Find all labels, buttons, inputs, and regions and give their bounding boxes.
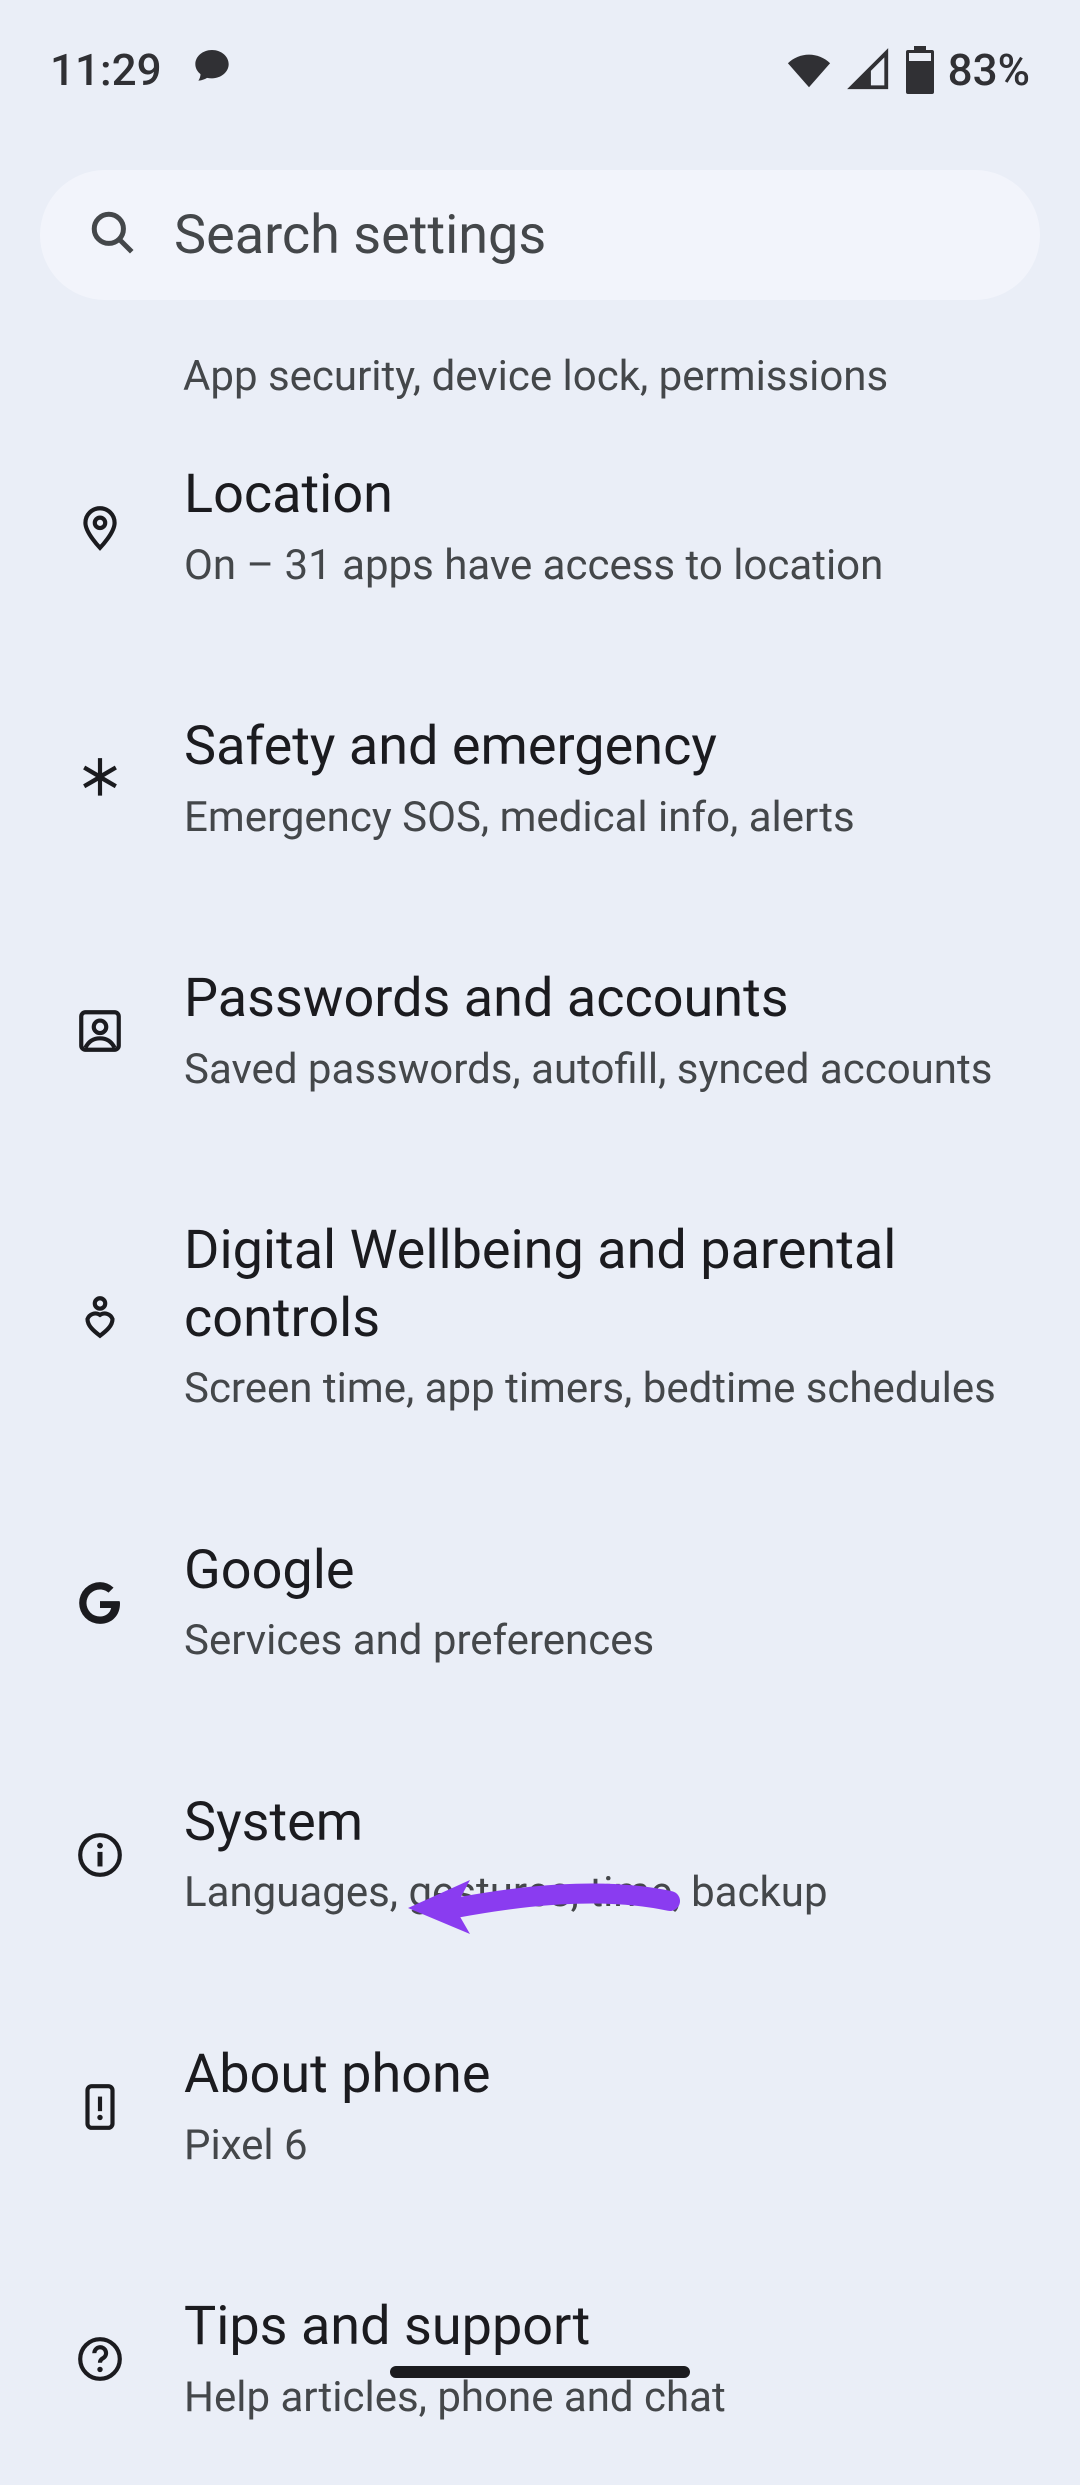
location-pin-icon xyxy=(70,497,130,557)
item-title: Tips and support xyxy=(184,2293,726,2361)
partial-item-subtitle: App security, device lock, permissions xyxy=(0,352,1080,401)
item-subtitle: Help articles, phone and chat xyxy=(184,2371,726,2426)
item-subtitle: Saved passwords, autofill, synced accoun… xyxy=(184,1043,992,1098)
item-subtitle: Services and preferences xyxy=(184,1614,654,1669)
settings-item-digital-wellbeing[interactable]: Digital Wellbeing and parental controls … xyxy=(0,1157,1080,1477)
search-icon xyxy=(88,208,138,262)
search-settings[interactable]: Search settings xyxy=(40,170,1040,300)
battery-percentage: 83% xyxy=(948,44,1030,96)
settings-item-passwords-accounts[interactable]: Passwords and accounts Saved passwords, … xyxy=(0,905,1080,1157)
settings-item-safety-emergency[interactable]: Safety and emergency Emergency SOS, medi… xyxy=(0,653,1080,905)
settings-item-about-phone[interactable]: About phone Pixel 6 xyxy=(0,1981,1080,2233)
settings-item-location[interactable]: Location On – 31 apps have access to loc… xyxy=(0,401,1080,653)
cellular-signal-icon xyxy=(846,47,892,93)
settings-item-google[interactable]: Google Services and preferences xyxy=(0,1477,1080,1729)
status-bar: 11:29 83% xyxy=(0,0,1080,110)
search-placeholder: Search settings xyxy=(174,204,546,267)
item-title: System xyxy=(184,1789,828,1857)
phone-device-icon xyxy=(70,2077,130,2137)
settings-item-system[interactable]: System Languages, gestures, time, backup xyxy=(0,1729,1080,1981)
item-title: Google xyxy=(184,1537,654,1605)
navigation-handle[interactable] xyxy=(390,2366,690,2378)
settings-list: App security, device lock, permissions L… xyxy=(0,300,1080,2485)
account-box-icon xyxy=(70,1001,130,1061)
item-title: Location xyxy=(184,461,883,529)
item-subtitle: Pixel 6 xyxy=(184,2119,491,2174)
medical-asterisk-icon xyxy=(70,749,130,809)
item-title: Digital Wellbeing and parental controls xyxy=(184,1217,984,1352)
settings-item-tips-support[interactable]: Tips and support Help articles, phone an… xyxy=(0,2233,1080,2485)
item-title: Safety and emergency xyxy=(184,713,855,781)
info-icon xyxy=(70,1825,130,1885)
battery-icon xyxy=(906,46,934,94)
wifi-icon xyxy=(786,47,832,93)
help-icon xyxy=(70,2329,130,2389)
wellbeing-icon xyxy=(70,1287,130,1347)
item-title: About phone xyxy=(184,2041,491,2109)
status-time: 11:29 xyxy=(50,44,162,96)
item-subtitle: Languages, gestures, time, backup xyxy=(184,1866,828,1921)
item-subtitle: Emergency SOS, medical info, alerts xyxy=(184,791,855,846)
item-subtitle: Screen time, app timers, bedtime schedul… xyxy=(184,1362,996,1417)
item-subtitle: On – 31 apps have access to location xyxy=(184,539,883,594)
chat-notification-icon xyxy=(192,44,232,96)
google-g-icon xyxy=(70,1573,130,1633)
item-title: Passwords and accounts xyxy=(184,965,992,1033)
